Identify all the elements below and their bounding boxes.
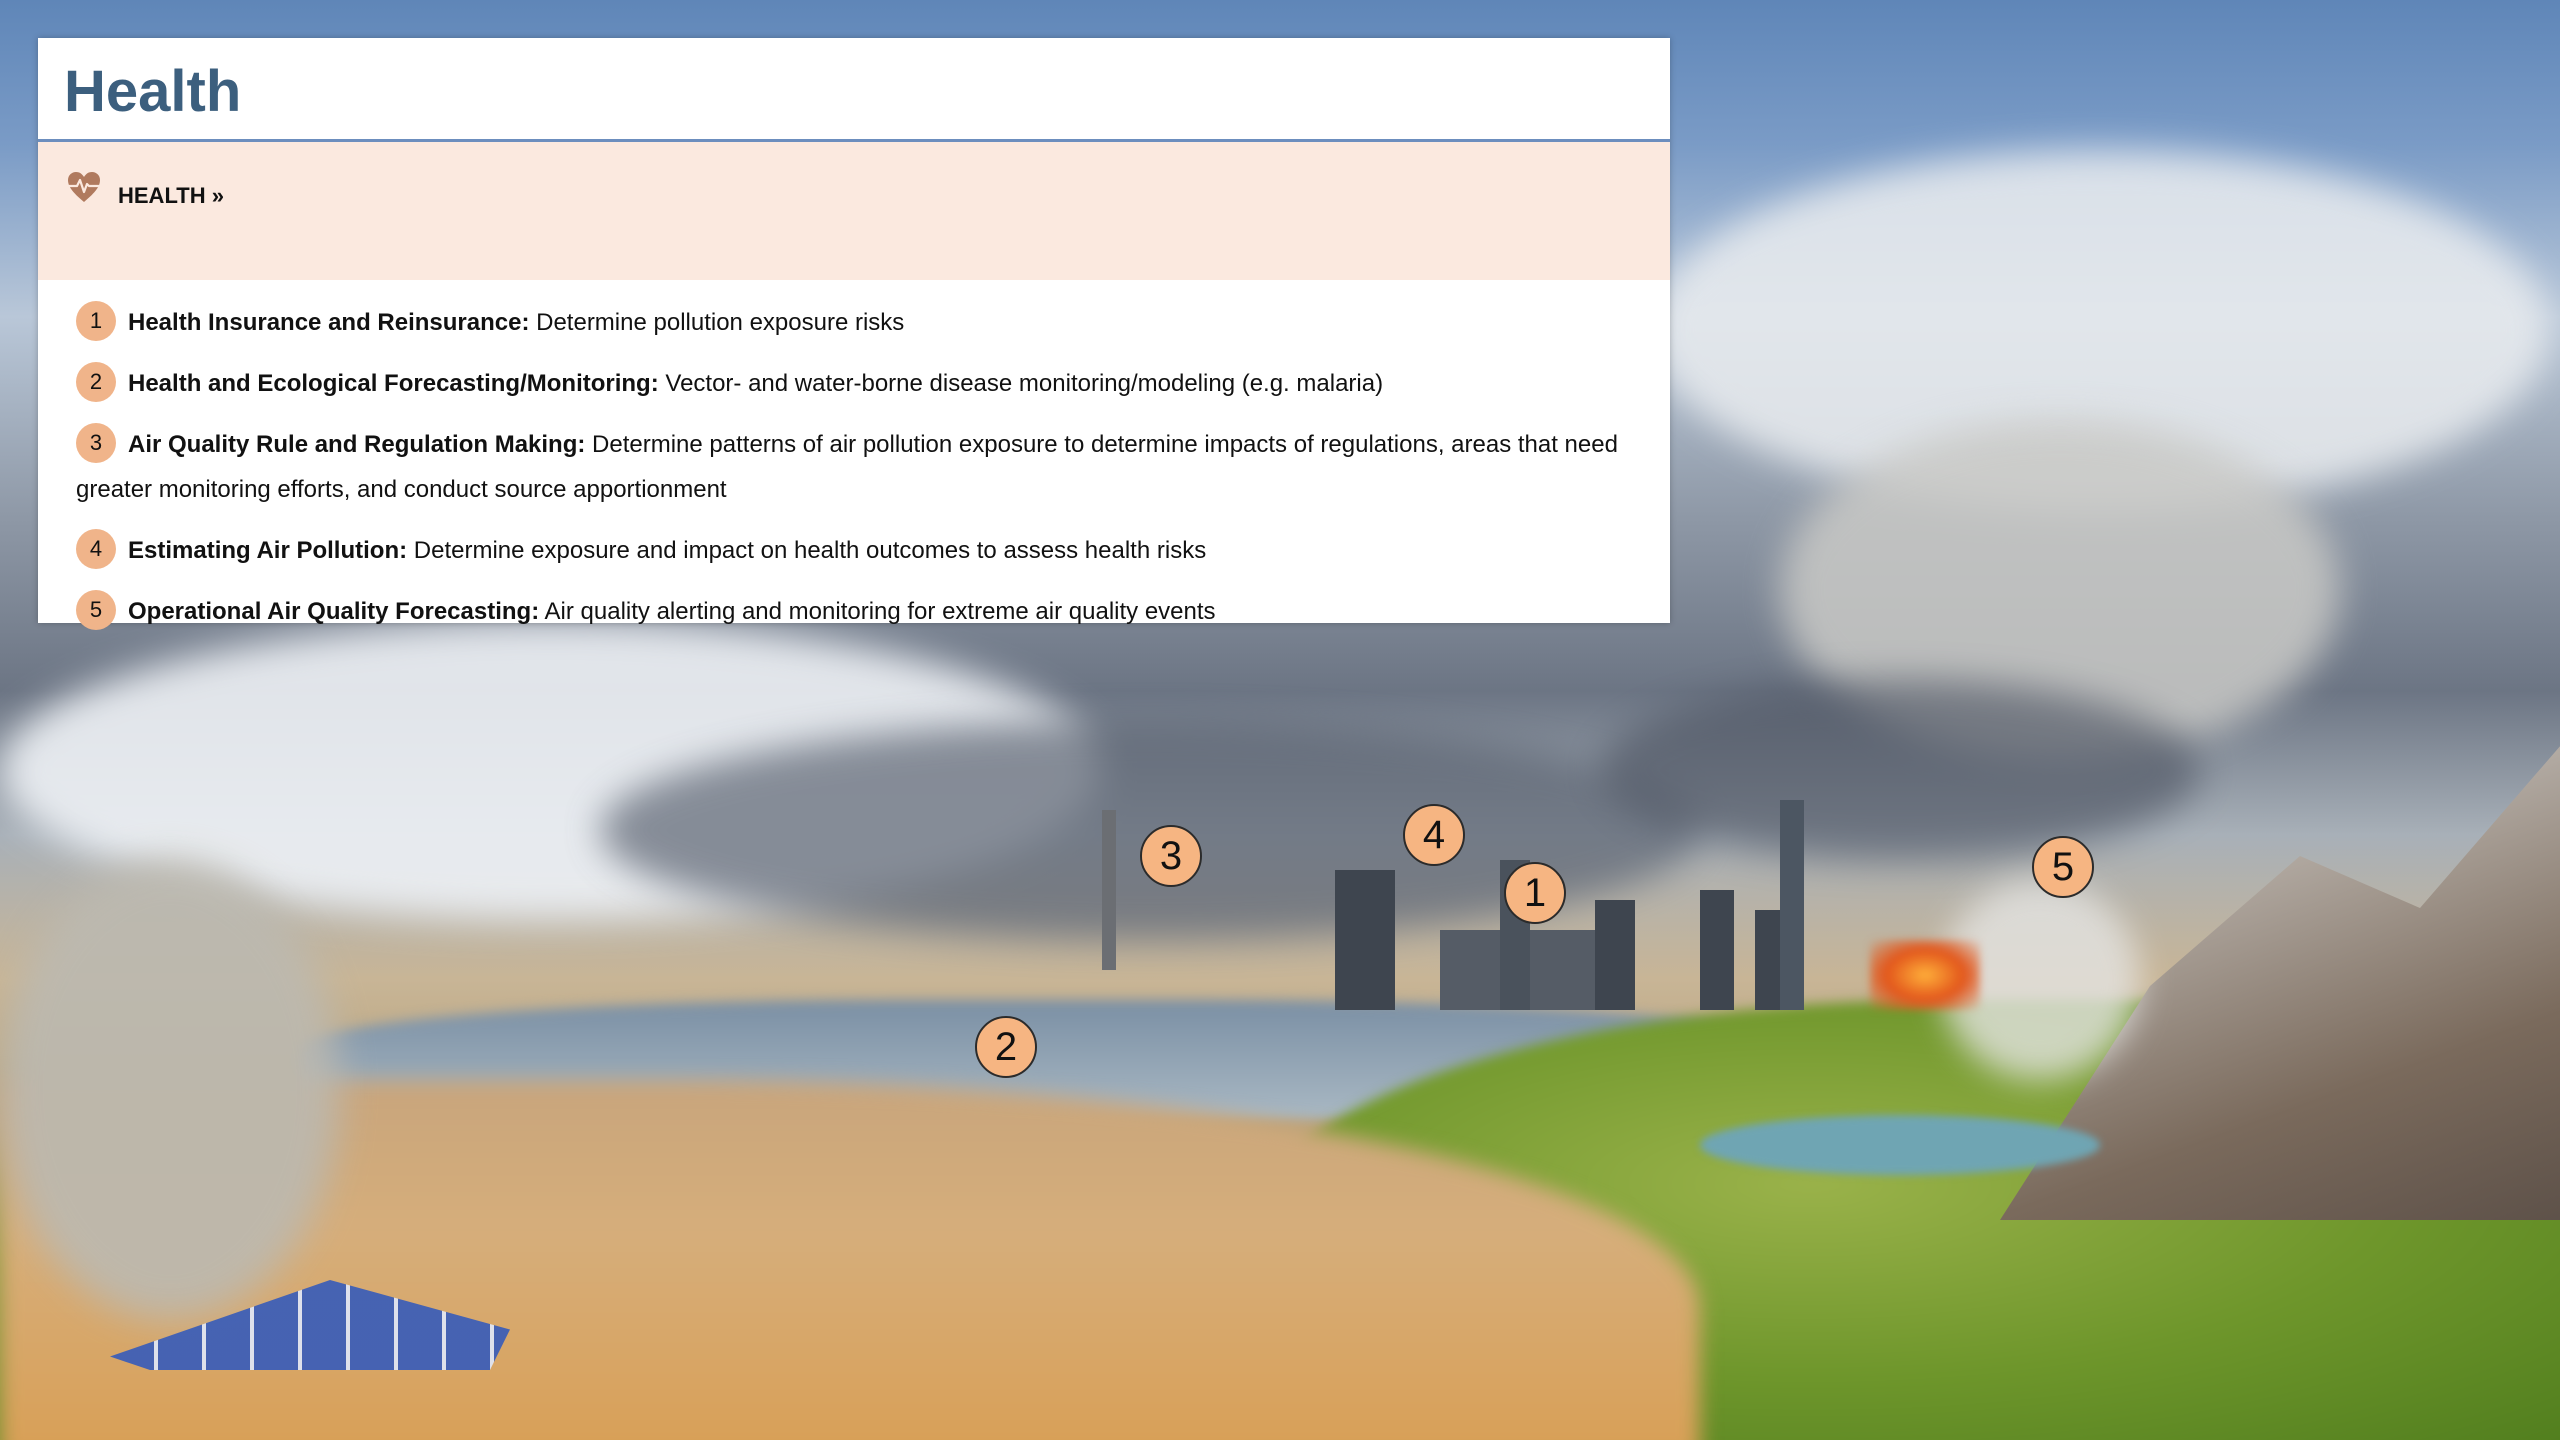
item-text: Vector- and water-borne disease monitori… — [658, 370, 1384, 397]
item-text: Air quality alerting and monitoring for … — [539, 598, 1216, 625]
marker-estimating-air-pollution[interactable]: 4 — [1403, 804, 1465, 866]
item-heading: Operational Air Quality Forecasting: — [128, 598, 540, 625]
list-item: 3 Air Quality Rule and Regulation Making:… — [76, 422, 1651, 512]
city-building — [1595, 900, 1635, 1010]
marker-health-insurance[interactable]: 1 — [1504, 862, 1566, 924]
number-badge: 1 — [76, 300, 116, 341]
item-heading: Health Insurance and Reinsurance: — [128, 309, 530, 336]
health-panel: Health HEALTH » 1 Health Insurance and Re… — [38, 38, 1670, 630]
dust-storm — [0, 860, 340, 1320]
marker-ecological-forecasting[interactable]: 2 — [975, 1016, 1037, 1078]
list-item: 4 Estimating Air Pollution: Determine exp… — [76, 528, 1651, 573]
banner-label: HEALTH » — [118, 183, 224, 208]
city-building — [1440, 930, 1620, 1010]
city-building — [1335, 870, 1395, 1010]
wildfire — [1870, 940, 1980, 1010]
list-item: 5 Operational Air Quality Forecasting: Ai… — [76, 589, 1651, 634]
number-badge: 5 — [76, 589, 116, 630]
list-item: 1 Health Insurance and Reinsurance: Deter… — [76, 300, 1651, 345]
heart-pulse-icon — [68, 172, 100, 202]
item-text: Determine exposure and impact on health … — [407, 537, 1207, 564]
smokestack — [1102, 810, 1116, 970]
item-heading: Estimating Air Pollution: — [128, 537, 408, 564]
city-building — [1700, 890, 1734, 1010]
rain-cloud-2 — [1600, 680, 2200, 860]
health-banner[interactable]: HEALTH » — [38, 142, 1670, 280]
marker-air-quality-forecasting[interactable]: 5 — [2032, 836, 2094, 898]
lake — [1700, 1115, 2100, 1175]
number-badge: 2 — [76, 361, 116, 402]
number-badge: 4 — [76, 528, 116, 569]
list-item: 2 Health and Ecological Forecasting/Monit… — [76, 361, 1651, 406]
item-text: Determine pollution exposure risks — [529, 309, 905, 336]
marker-air-quality-regulation[interactable]: 3 — [1140, 825, 1202, 887]
item-heading: Air Quality Rule and Regulation Making: — [128, 431, 586, 458]
page-title: Health — [64, 59, 242, 124]
number-badge: 3 — [76, 422, 116, 463]
item-heading: Health and Ecological Forecasting/Monito… — [128, 370, 659, 397]
city-building — [1780, 800, 1804, 1010]
